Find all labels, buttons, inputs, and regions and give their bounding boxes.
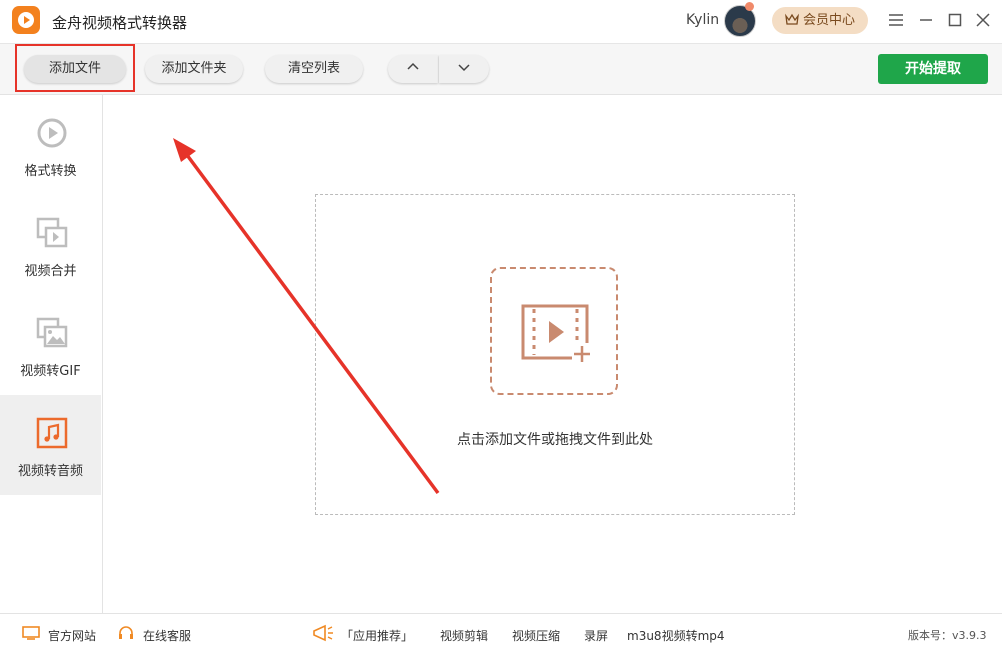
footer-link-video-edit[interactable]: 视频剪辑: [440, 627, 488, 644]
app-recommend-label: 「应用推荐」: [341, 629, 414, 643]
sidebar-item-label: 视频转GIF: [20, 364, 81, 379]
add-video-icon: [521, 304, 592, 363]
sidebar-item-video-merge[interactable]: 视频合并: [0, 195, 101, 295]
member-center-label: 会员中心: [802, 13, 855, 28]
app-logo-icon: [12, 6, 40, 34]
add-video-area[interactable]: [490, 267, 618, 395]
footer-link-screen-record[interactable]: 录屏: [584, 627, 608, 644]
add-folder-button[interactable]: 添加文件夹: [145, 55, 243, 83]
sidebar-item-format-convert[interactable]: 格式转换: [0, 95, 101, 195]
badge-dot-icon: [745, 2, 754, 11]
drop-hint-text: 点击添加文件或拖拽文件到此处: [457, 432, 653, 448]
sidebar-item-label: 视频合并: [24, 264, 77, 279]
title-bar: 金舟视频格式转换器 Kylin 会员中心: [0, 0, 1002, 44]
sidebar: 格式转换 视频合并 视频转GIF 视频转音频: [0, 95, 103, 613]
start-extract-button[interactable]: 开始提取: [878, 54, 988, 84]
chevron-down-icon: [458, 64, 470, 72]
chevron-up-icon: [407, 62, 419, 70]
username[interactable]: Kylin: [686, 12, 719, 28]
crown-icon: [785, 13, 799, 25]
maximize-icon[interactable]: [945, 10, 965, 30]
minimize-icon[interactable]: [916, 10, 936, 30]
toolbar: 添加文件 添加文件夹 清空列表: [0, 44, 1002, 95]
highlight-box: [15, 44, 135, 92]
move-down-button[interactable]: [439, 55, 489, 83]
clear-list-button[interactable]: 清空列表: [265, 55, 363, 83]
version-label: 版本号：v3.9.3: [908, 629, 987, 642]
video-merge-icon: [36, 217, 68, 248]
music-note-icon: [36, 417, 68, 449]
play-circle-icon: [37, 118, 67, 148]
sidebar-item-label: 格式转换: [24, 164, 77, 179]
official-website-link[interactable]: 官方网站: [48, 627, 96, 644]
image-icon: [36, 317, 68, 348]
menu-icon[interactable]: [886, 10, 906, 30]
footer-link-video-compress[interactable]: 视频压缩: [512, 627, 560, 644]
move-up-button[interactable]: [388, 55, 438, 83]
sidebar-item-video-to-gif[interactable]: 视频转GIF: [0, 295, 101, 395]
headset-icon: [119, 626, 133, 639]
monitor-icon: [22, 626, 40, 640]
megaphone-icon: [313, 624, 333, 642]
sidebar-item-label: 视频转音频: [17, 464, 83, 479]
online-support-link[interactable]: 在线客服: [143, 627, 191, 644]
footer-link-m3u8-to-mp4[interactable]: m3u8视频转mp4: [627, 627, 725, 644]
sidebar-item-video-to-audio[interactable]: 视频转音频: [0, 395, 101, 495]
status-bar: 官方网站 在线客服 「应用推荐」 视频剪辑 视频压缩 录屏 m3u8视频转mp4…: [0, 613, 1002, 649]
member-center-button[interactable]: 会员中心: [772, 7, 868, 34]
app-title: 金舟视频格式转换器: [52, 14, 188, 32]
close-icon[interactable]: [973, 10, 993, 30]
